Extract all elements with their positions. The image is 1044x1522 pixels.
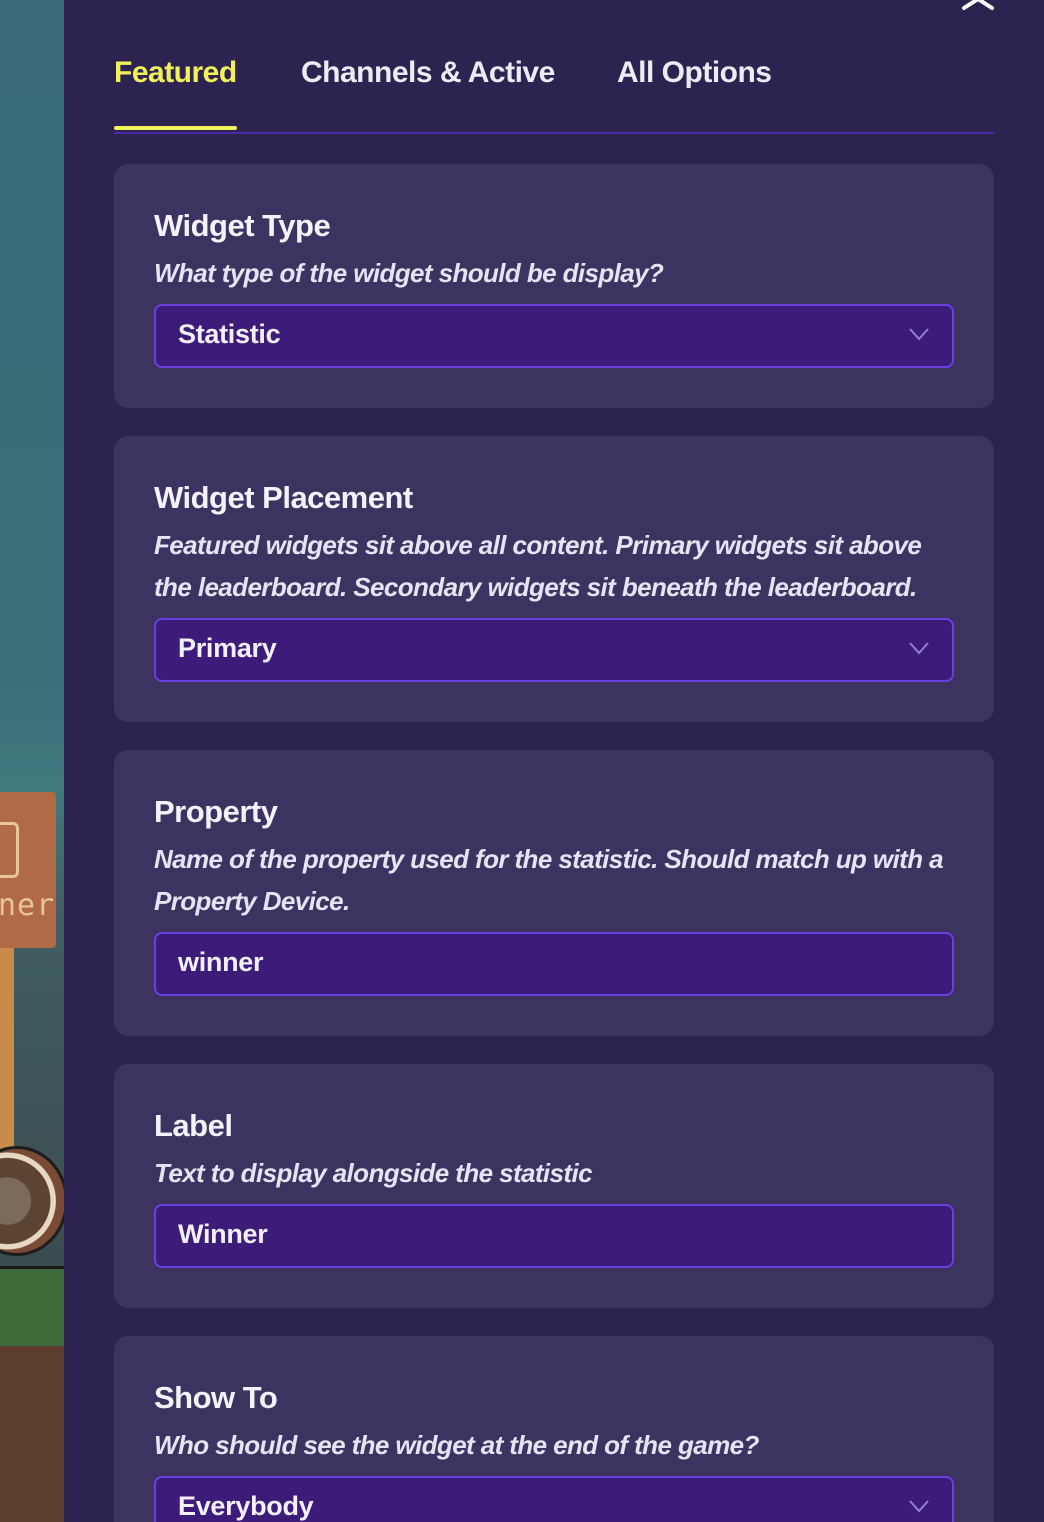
property-card: Property Name of the property used for t… <box>114 750 994 1036</box>
widget-type-card: Widget Type What type of the widget shou… <box>114 164 994 408</box>
tab-channels-active[interactable]: Channels & Active <box>301 56 555 90</box>
label-input[interactable]: Winner <box>154 1204 954 1268</box>
tab-all-options[interactable]: All Options <box>617 56 772 90</box>
clipboard-icon <box>0 822 19 878</box>
property-input-value: winner <box>178 947 264 977</box>
scene-sign-text: ner <box>0 888 56 923</box>
property-title: Property <box>154 794 278 829</box>
show-to-select[interactable]: Everybody <box>154 1476 954 1522</box>
chevron-down-icon <box>909 642 929 655</box>
show-to-card: Show To Who should see the widget at the… <box>114 1336 994 1522</box>
widget-type-title: Widget Type <box>154 208 331 243</box>
chevron-down-icon <box>909 1500 929 1513</box>
show-to-title: Show To <box>154 1380 278 1415</box>
tab-featured[interactable]: Featured <box>114 56 237 90</box>
widget-placement-selected-value: Primary <box>178 633 277 663</box>
close-button[interactable] <box>958 0 998 16</box>
property-description: Name of the property used for the statis… <box>154 844 944 916</box>
label-title: Label <box>154 1108 233 1143</box>
tab-bar: Featured Channels & Active All Options <box>114 50 994 134</box>
show-to-description: Who should see the widget at the end of … <box>154 1430 759 1460</box>
show-to-selected-value: Everybody <box>178 1491 314 1521</box>
label-input-value: Winner <box>178 1219 268 1249</box>
scene-creature <box>0 1146 64 1256</box>
chevron-down-icon <box>909 328 929 341</box>
widget-type-selected-value: Statistic <box>178 319 281 349</box>
scene-grass <box>0 1266 64 1349</box>
active-tab-indicator <box>114 126 237 130</box>
widget-placement-title: Widget Placement <box>154 480 413 515</box>
widget-placement-card: Widget Placement Featured widgets sit ab… <box>114 436 994 722</box>
scene-dirt <box>0 1346 64 1522</box>
label-card: Label Text to display alongside the stat… <box>114 1064 994 1308</box>
widget-placement-select[interactable]: Primary <box>154 618 954 682</box>
widget-placement-description: Featured widgets sit above all content. … <box>154 530 922 602</box>
widget-type-select[interactable]: Statistic <box>154 304 954 368</box>
widget-type-description: What type of the widget should be displa… <box>154 258 664 288</box>
property-input[interactable]: winner <box>154 932 954 996</box>
close-icon <box>962 0 994 10</box>
label-description: Text to display alongside the statistic <box>154 1158 593 1188</box>
scene-sign-post <box>0 948 14 1168</box>
background-game-scene: ner <box>0 0 64 1522</box>
